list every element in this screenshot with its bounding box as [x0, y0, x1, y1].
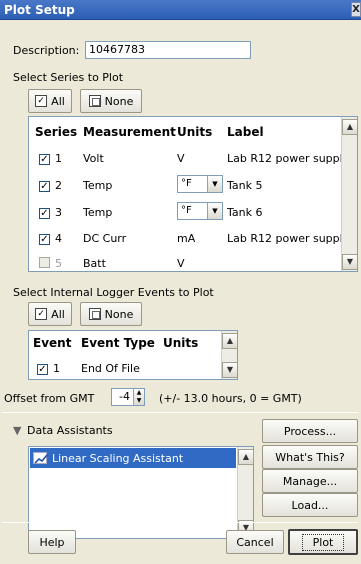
series-label: Lab R12 power supply: [227, 232, 350, 245]
divider: [2, 522, 358, 523]
list-item[interactable]: Linear Scaling Assistant: [30, 448, 236, 468]
assistants-title: Data Assistants: [27, 424, 113, 437]
window-title: Plot Setup: [4, 3, 75, 17]
description-field[interactable]: 10467783: [85, 41, 251, 59]
series-label: Tank 5: [227, 179, 263, 192]
events-header-event: Event: [33, 336, 72, 350]
series-header-units: Units: [177, 125, 213, 139]
series-checkbox-2[interactable]: ✓: [39, 181, 50, 192]
series-measurement: Temp: [83, 179, 113, 192]
assistants-list: Linear Scaling Assistant ▲ ▼: [28, 446, 254, 539]
check-all-icon: ✓: [35, 308, 48, 320]
event-checkbox-1[interactable]: ✓: [37, 364, 48, 375]
events-header-event-type: Event Type: [81, 336, 155, 350]
event-number: 1: [53, 362, 60, 375]
title-bar: Plot Setup X: [0, 0, 361, 20]
series-header-measurement: Measurement: [83, 125, 176, 139]
events-section-label: Select Internal Logger Events to Plot: [13, 286, 214, 299]
scroll-up-icon[interactable]: ▲: [222, 333, 237, 349]
series-header-label: Label: [227, 125, 264, 139]
series-measurement: DC Curr: [83, 232, 127, 245]
series-number: 3: [55, 206, 62, 219]
close-button[interactable]: X: [351, 2, 361, 17]
manage-button[interactable]: Manage...: [262, 469, 358, 493]
series-label: Lab R12 power supply: [227, 152, 350, 165]
series-measurement: Volt: [83, 152, 104, 165]
check-all-icon: ✓: [35, 95, 48, 107]
scroll-up-icon[interactable]: ▲: [238, 449, 254, 465]
series-checkbox-3[interactable]: ✓: [39, 208, 50, 219]
events-table: Event Event Type Units ✓ 1 End Of File ▲…: [28, 330, 238, 380]
series-number: 4: [55, 232, 62, 245]
triangle-down-icon[interactable]: ▼: [13, 424, 21, 437]
whats-this-button[interactable]: What's This?: [262, 445, 358, 469]
series-checkbox-4[interactable]: ✓: [39, 234, 50, 245]
stepper-arrows-icon[interactable]: ▲ ▼: [133, 389, 144, 405]
plot-button[interactable]: Plot: [288, 529, 358, 555]
series-units: mA: [177, 232, 196, 245]
assistants-scrollbar[interactable]: ▲ ▼: [237, 447, 254, 538]
help-button[interactable]: Help: [28, 530, 76, 554]
scroll-down-icon[interactable]: ▼: [222, 362, 237, 378]
description-label: Description:: [13, 44, 80, 57]
series-measurement: Batt: [83, 257, 106, 270]
process-button[interactable]: Process...: [262, 419, 358, 443]
series-header-series: Series: [35, 125, 78, 139]
chart-icon: [33, 452, 48, 464]
series-checkbox-5[interactable]: [39, 257, 50, 268]
series-number: 5: [55, 257, 62, 270]
series-label: Tank 6: [227, 206, 263, 219]
series-number: 2: [55, 179, 62, 192]
chevron-down-icon: ▼: [207, 176, 222, 192]
uncheck-all-icon: [88, 95, 101, 107]
offset-label: Offset from GMT: [4, 392, 95, 405]
offset-hint: (+/- 13.0 hours, 0 = GMT): [159, 392, 302, 405]
units-dropdown[interactable]: °F ▼: [177, 175, 223, 193]
series-number: 1: [55, 152, 62, 165]
load-button[interactable]: Load...: [262, 493, 358, 517]
series-section-label: Select Series to Plot: [13, 71, 124, 84]
series-units: V: [177, 152, 185, 165]
chevron-down-icon: ▼: [207, 203, 222, 219]
series-all-button[interactable]: ✓ All: [28, 89, 72, 113]
events-scrollbar[interactable]: ▲ ▼: [221, 331, 237, 379]
series-none-button[interactable]: None: [80, 89, 142, 113]
scroll-down-icon[interactable]: ▼: [342, 254, 357, 270]
events-header-units: Units: [163, 336, 199, 350]
series-table: Series Measurement Units Label ✓ 1 Volt …: [28, 116, 358, 272]
uncheck-all-icon: [88, 308, 101, 320]
event-type: End Of File: [81, 362, 140, 375]
divider: [2, 412, 358, 413]
units-dropdown[interactable]: °F ▼: [177, 202, 223, 220]
events-none-button[interactable]: None: [80, 302, 142, 326]
cancel-button[interactable]: Cancel: [226, 530, 284, 554]
series-units: V: [177, 257, 185, 270]
scroll-up-icon[interactable]: ▲: [342, 119, 357, 135]
events-all-button[interactable]: ✓ All: [28, 302, 72, 326]
series-scrollbar[interactable]: ▲ ▼: [341, 117, 357, 271]
series-checkbox-1[interactable]: ✓: [39, 154, 50, 165]
series-measurement: Temp: [83, 206, 113, 219]
